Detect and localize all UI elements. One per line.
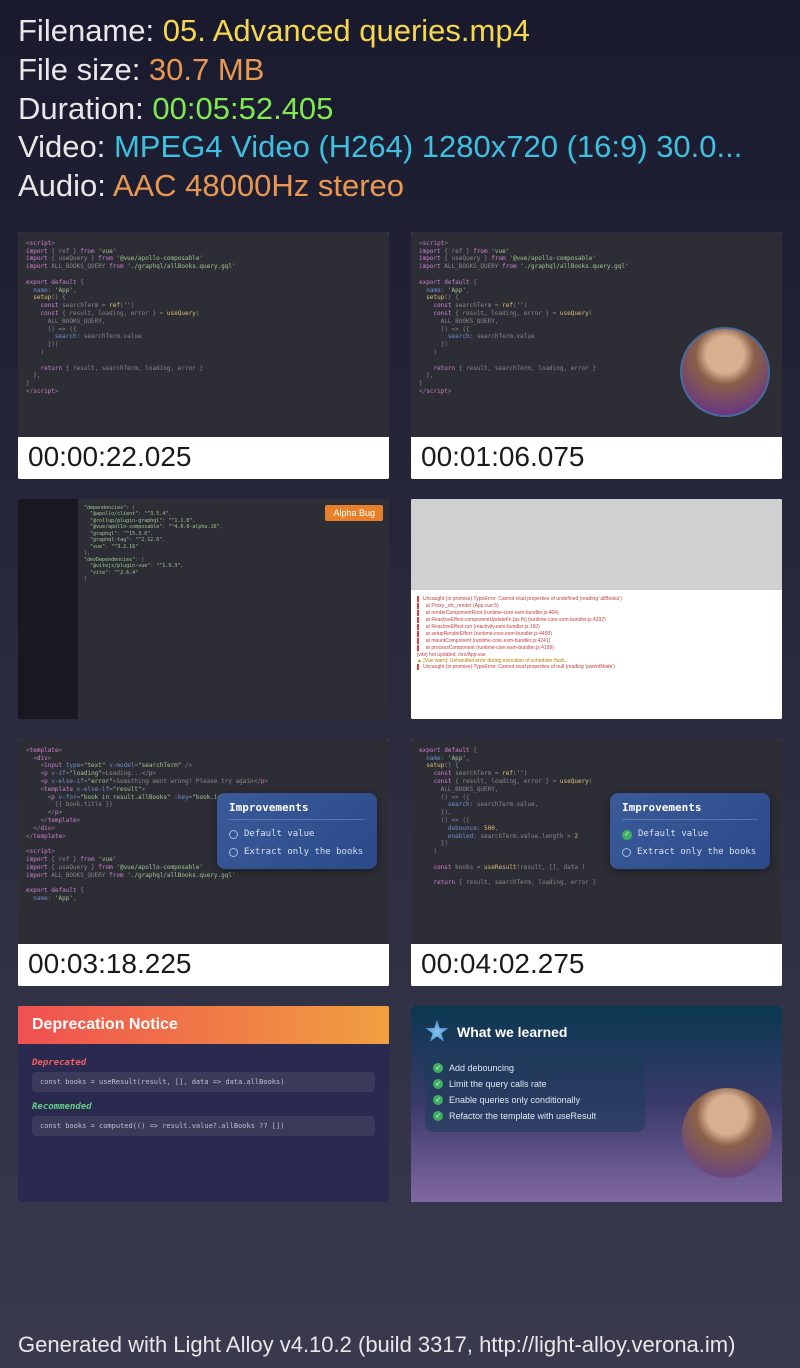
learned-title: What we learned xyxy=(457,1024,567,1040)
check-icon: ✓ xyxy=(433,1063,443,1073)
thumbnail-card: Uncaught (in promise) TypeError: Cannot … xyxy=(411,499,782,719)
check-icon: ✓ xyxy=(433,1095,443,1105)
thumbnail-card: "dependencies": { "@apollo/client": "^3.… xyxy=(18,499,389,719)
popup-item: Extract only the books xyxy=(622,844,758,862)
deprecated-label: Deprecated xyxy=(32,1058,375,1068)
check-icon: ✓ xyxy=(433,1079,443,1089)
thumbnail-image: <script> import { ref } from 'vue' impor… xyxy=(18,232,389,437)
filename-label: Filename: xyxy=(18,13,163,48)
popup-title: Improvements xyxy=(622,801,758,820)
improvements-popup: Improvements ✓Default value Extract only… xyxy=(610,793,770,870)
thumbnail-image: export default { name: 'App', setup() { … xyxy=(411,739,782,944)
thumbnail-grid: <script> import { ref } from 'vue' impor… xyxy=(0,214,800,1220)
thumbnail-image: Uncaught (in promise) TypeError: Cannot … xyxy=(411,499,782,719)
presenter-avatar xyxy=(680,327,770,417)
thumbnail-card: What we learned ✓Add debouncing ✓Limit t… xyxy=(411,1006,782,1202)
thumbnail-card: Deprecation Notice Deprecated const book… xyxy=(18,1006,389,1202)
popup-item: ✓Default value xyxy=(622,826,758,844)
thumbnail-card: <template> <div> <input type="text" v-mo… xyxy=(18,739,389,986)
thumbnail-image: What we learned ✓Add debouncing ✓Limit t… xyxy=(411,1006,782,1202)
timestamp: 00:00:22.025 xyxy=(18,437,389,479)
timestamp: 00:03:18.225 xyxy=(18,944,389,986)
thumbnail-card: <script> import { ref } from 'vue' impor… xyxy=(18,232,389,479)
duration-value: 00:05:52.405 xyxy=(152,91,333,126)
learned-list: ✓Add debouncing ✓Limit the query calls r… xyxy=(425,1052,645,1132)
video-row: Video: MPEG4 Video (H264) 1280x720 (16:9… xyxy=(18,128,782,167)
learned-item: ✓Refactor the template with useResult xyxy=(433,1108,637,1124)
filesize-label: File size: xyxy=(18,52,149,87)
thumbnail-image: "dependencies": { "@apollo/client": "^3.… xyxy=(18,499,389,719)
thumbnail-image: <template> <div> <input type="text" v-mo… xyxy=(18,739,389,944)
deprecated-code: const books = useResult(result, [], data… xyxy=(32,1072,375,1092)
check-icon: ✓ xyxy=(433,1111,443,1121)
duration-row: Duration: 00:05:52.405 xyxy=(18,90,782,129)
duration-label: Duration: xyxy=(18,91,152,126)
recommended-label: Recommended xyxy=(32,1102,375,1112)
learned-title-row: What we learned xyxy=(425,1020,768,1044)
popup-item: Default value xyxy=(229,826,365,844)
timestamp: 00:01:06.075 xyxy=(411,437,782,479)
browser-viewport xyxy=(411,499,782,589)
learned-item: ✓Enable queries only conditionally xyxy=(433,1092,637,1108)
improvements-popup: Improvements Default value Extract only … xyxy=(217,793,377,870)
deprecation-header: Deprecation Notice xyxy=(18,1006,389,1044)
thumbnail-card: export default { name: 'App', setup() { … xyxy=(411,739,782,986)
thumbnail-image: Deprecation Notice Deprecated const book… xyxy=(18,1006,389,1202)
check-icon: ✓ xyxy=(622,830,632,840)
learned-item: ✓Add debouncing xyxy=(433,1060,637,1076)
popup-item: Extract only the books xyxy=(229,844,365,862)
ide-editor: "dependencies": { "@apollo/client": "^3.… xyxy=(78,499,389,719)
footer-text: Generated with Light Alloy v4.10.2 (buil… xyxy=(18,1332,735,1358)
filename-row: Filename: 05. Advanced queries.mp4 xyxy=(18,12,782,51)
video-label: Video: xyxy=(18,129,114,164)
deprecation-body: Deprecated const books = useResult(resul… xyxy=(18,1044,389,1160)
learned-item: ✓Limit the query calls rate xyxy=(433,1076,637,1092)
star-icon xyxy=(425,1020,449,1044)
radio-icon xyxy=(229,848,238,857)
thumbnail-image: <script> import { ref } from 'vue' impor… xyxy=(411,232,782,437)
recommended-code: const books = computed(() => result.valu… xyxy=(32,1116,375,1136)
filesize-value: 30.7 MB xyxy=(149,52,264,87)
thumbnail-card: <script> import { ref } from 'vue' impor… xyxy=(411,232,782,479)
filename-value: 05. Advanced queries.mp4 xyxy=(163,13,530,48)
filesize-row: File size: 30.7 MB xyxy=(18,51,782,90)
ide-sidebar xyxy=(18,499,78,719)
audio-row: Audio: AAC 48000Hz stereo xyxy=(18,167,782,206)
radio-icon xyxy=(622,848,631,857)
timestamp: 00:04:02.275 xyxy=(411,944,782,986)
popup-title: Improvements xyxy=(229,801,365,820)
file-info-panel: Filename: 05. Advanced queries.mp4 File … xyxy=(0,0,800,214)
alpha-bug-badge: Alpha Bug xyxy=(325,505,383,521)
video-value: MPEG4 Video (H264) 1280x720 (16:9) 30.0.… xyxy=(114,129,742,164)
audio-label: Audio: xyxy=(18,168,113,203)
radio-icon xyxy=(229,830,238,839)
presenter-avatar xyxy=(682,1088,772,1178)
audio-value: AAC 48000Hz stereo xyxy=(113,168,404,203)
devtools-console: Uncaught (in promise) TypeError: Cannot … xyxy=(411,589,782,719)
